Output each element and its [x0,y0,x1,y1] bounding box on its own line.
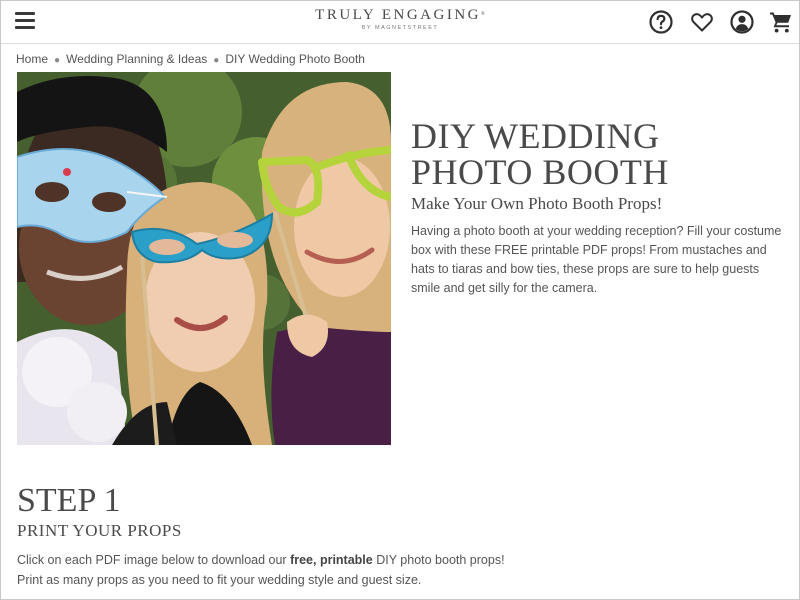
step-description: Click on each PDF image below to downloa… [17,550,717,590]
account-icon[interactable] [729,9,755,35]
breadcrumb-current-page[interactable]: DIY Wedding Photo Booth [225,52,365,66]
heart-icon[interactable] [689,9,715,35]
page-title-line2: PHOTO BOOTH [411,152,669,192]
hero-text: DIY WEDDING PHOTO BOOTH Make Your Own Ph… [411,118,786,298]
breadcrumb-home[interactable]: Home [16,52,48,66]
step-text-2: DIY photo booth props! [372,553,505,567]
site-header: TRULY ENGAGING® BY MAGNETSTREET [1,1,799,44]
page-subtitle: Make Your Own Photo Booth Props! [411,194,663,213]
page-title: DIY WEDDING PHOTO BOOTH [411,118,786,190]
hero-photo [17,72,391,445]
step-subtitle: PRINT YOUR PROPS [17,521,182,540]
site-logo[interactable]: TRULY ENGAGING® BY MAGNETSTREET [1,7,799,32]
step-text-bold: free, printable [290,553,373,567]
logo-sub-text: BY MAGNETSTREET [361,25,439,31]
page-title-line1: DIY WEDDING [411,116,660,156]
hero-description: Having a photo booth at your wedding rec… [411,224,782,295]
cart-icon[interactable] [768,9,794,35]
logo-main-text: TRULY ENGAGING® [315,7,485,23]
breadcrumb-separator: ● [213,55,220,66]
step-title: STEP 1 [17,482,121,519]
help-icon[interactable] [648,9,674,35]
breadcrumb: Home ● Wedding Planning & Ideas ● DIY Weddin… [16,51,365,69]
breadcrumb-wedding-planning[interactable]: Wedding Planning & Ideas [66,52,207,66]
step-text-3: Print as many props as you need to fit y… [17,573,422,587]
breadcrumb-separator: ● [54,55,61,66]
step-text-1: Click on each PDF image below to downloa… [17,553,291,567]
